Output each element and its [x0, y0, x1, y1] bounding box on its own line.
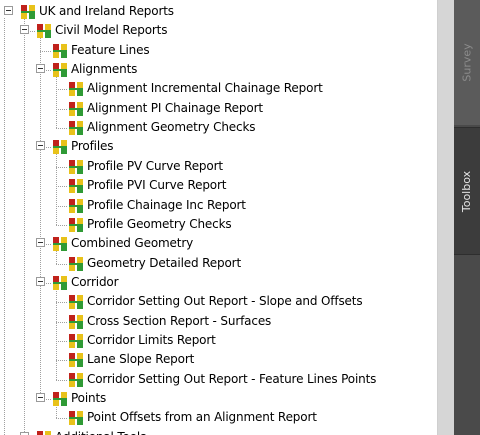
tab-survey-label: Survey [460, 43, 474, 82]
report-group-icon [68, 314, 84, 330]
tree-node-label: Profile PVI Curve Report [87, 178, 227, 192]
collapse-toggle-icon[interactable] [36, 64, 45, 73]
tree-folder-node[interactable]: Profiles [0, 137, 437, 156]
report-group-icon [68, 101, 84, 117]
tree-folder-node[interactable]: Points [0, 389, 437, 408]
report-group-icon [52, 391, 68, 407]
tree-node-label: Profile Chainage Inc Report [87, 198, 246, 212]
collapse-toggle-icon[interactable] [36, 238, 45, 247]
tree-report-node[interactable]: Alignment PI Chainage Report [0, 99, 437, 118]
collapse-toggle-icon[interactable] [4, 6, 13, 15]
report-group-icon [68, 333, 84, 349]
report-group-icon [68, 294, 84, 310]
tree-node-label: Corridor Limits Report [87, 333, 216, 347]
tree-node-label: Corridor [71, 275, 119, 289]
report-tree: UK and Ireland Reports Civil Model Repor… [0, 0, 437, 435]
report-group-icon [52, 139, 68, 155]
tree-report-node[interactable]: Geometry Detailed Report [0, 254, 437, 273]
collapse-toggle-icon[interactable] [36, 277, 45, 286]
tree-folder-node[interactable]: Combined Geometry [0, 234, 437, 253]
collapse-toggle-icon[interactable] [36, 141, 45, 150]
tab-toolbox[interactable]: Toolbox [454, 127, 480, 255]
report-group-icon [68, 120, 84, 136]
tree-report-node[interactable]: Corridor Setting Out Report - Slope and … [0, 292, 437, 311]
tree-node-label: Alignment Geometry Checks [87, 120, 256, 134]
report-group-icon [68, 372, 84, 388]
tree-node-label: Corridor Setting Out Report - Slope and … [87, 294, 363, 308]
tree-report-node[interactable]: Alignment Geometry Checks [0, 118, 437, 137]
tree-node-label: Profile PV Curve Report [87, 159, 223, 173]
tree-folder-node[interactable]: Alignments [0, 60, 437, 79]
report-group-icon [68, 217, 84, 233]
tree-folder-node[interactable]: Corridor [0, 273, 437, 292]
tree-node-label: Geometry Detailed Report [87, 256, 241, 270]
report-group-icon [68, 198, 84, 214]
report-group-icon [68, 352, 84, 368]
tree-node-label: UK and Ireland Reports [39, 4, 174, 18]
tree-node-label: Corridor Setting Out Report - Feature Li… [87, 372, 377, 386]
tree-report-node[interactable]: Lane Slope Report [0, 350, 437, 369]
tree-folder-node[interactable]: Civil Model Reports [0, 21, 437, 40]
report-group-icon [52, 236, 68, 252]
report-group-icon [36, 23, 52, 39]
tree-node-label: Additional Tools [55, 428, 146, 435]
report-group-icon [52, 62, 68, 78]
tree-node-label: Feature Lines [71, 43, 150, 57]
report-group-icon [52, 275, 68, 291]
report-group-icon [68, 410, 84, 426]
tree-node-label: Point Offsets from an Alignment Report [87, 410, 317, 424]
tree-report-node[interactable]: Point Offsets from an Alignment Report [0, 408, 437, 427]
tree-node-label: Civil Model Reports [55, 23, 168, 37]
tree-node-label: Profiles [71, 139, 114, 153]
side-panel: Survey Toolbox [454, 0, 480, 435]
tree-node-label: Alignment PI Chainage Report [87, 101, 263, 115]
report-group-icon [36, 430, 52, 435]
tree-report-node[interactable]: Corridor Setting Out Report - Feature Li… [0, 370, 437, 389]
tree-node-label: Combined Geometry [71, 236, 194, 250]
tree-report-node[interactable]: Profile PV Curve Report [0, 157, 437, 176]
report-group-icon [68, 81, 84, 97]
tree-folder-node[interactable]: Additional Tools [0, 428, 437, 435]
tree-node-label: Profile Geometry Checks [87, 217, 232, 231]
report-group-icon [68, 178, 84, 194]
report-group-icon [52, 43, 68, 59]
tree-folder-node[interactable]: UK and Ireland Reports [0, 2, 437, 21]
tree-report-node[interactable]: Feature Lines [0, 41, 437, 60]
tree-report-node[interactable]: Profile PVI Curve Report [0, 176, 437, 195]
tab-toolbox-label: Toolbox [460, 170, 474, 212]
tree-report-node[interactable]: Profile Chainage Inc Report [0, 196, 437, 215]
tree-report-node[interactable]: Corridor Limits Report [0, 331, 437, 350]
tree-report-node[interactable]: Alignment Incremental Chainage Report [0, 79, 437, 98]
collapse-toggle-icon[interactable] [20, 25, 29, 34]
tree-node-label: Alignments [71, 62, 138, 76]
tree-report-node[interactable]: Cross Section Report - Surfaces [0, 312, 437, 331]
report-group-icon [68, 256, 84, 272]
tree-scrollbar[interactable] [437, 0, 454, 435]
collapse-toggle-icon[interactable] [36, 393, 45, 402]
report-group-icon [68, 159, 84, 175]
tree-node-label: Lane Slope Report [87, 352, 195, 366]
tree-node-label: Points [71, 391, 107, 405]
report-group-icon [20, 4, 36, 20]
tree-node-label: Alignment Incremental Chainage Report [87, 81, 323, 95]
tab-survey[interactable]: Survey [454, 0, 480, 125]
tree-report-node[interactable]: Profile Geometry Checks [0, 215, 437, 234]
tree-node-label: Cross Section Report - Surfaces [87, 314, 272, 328]
